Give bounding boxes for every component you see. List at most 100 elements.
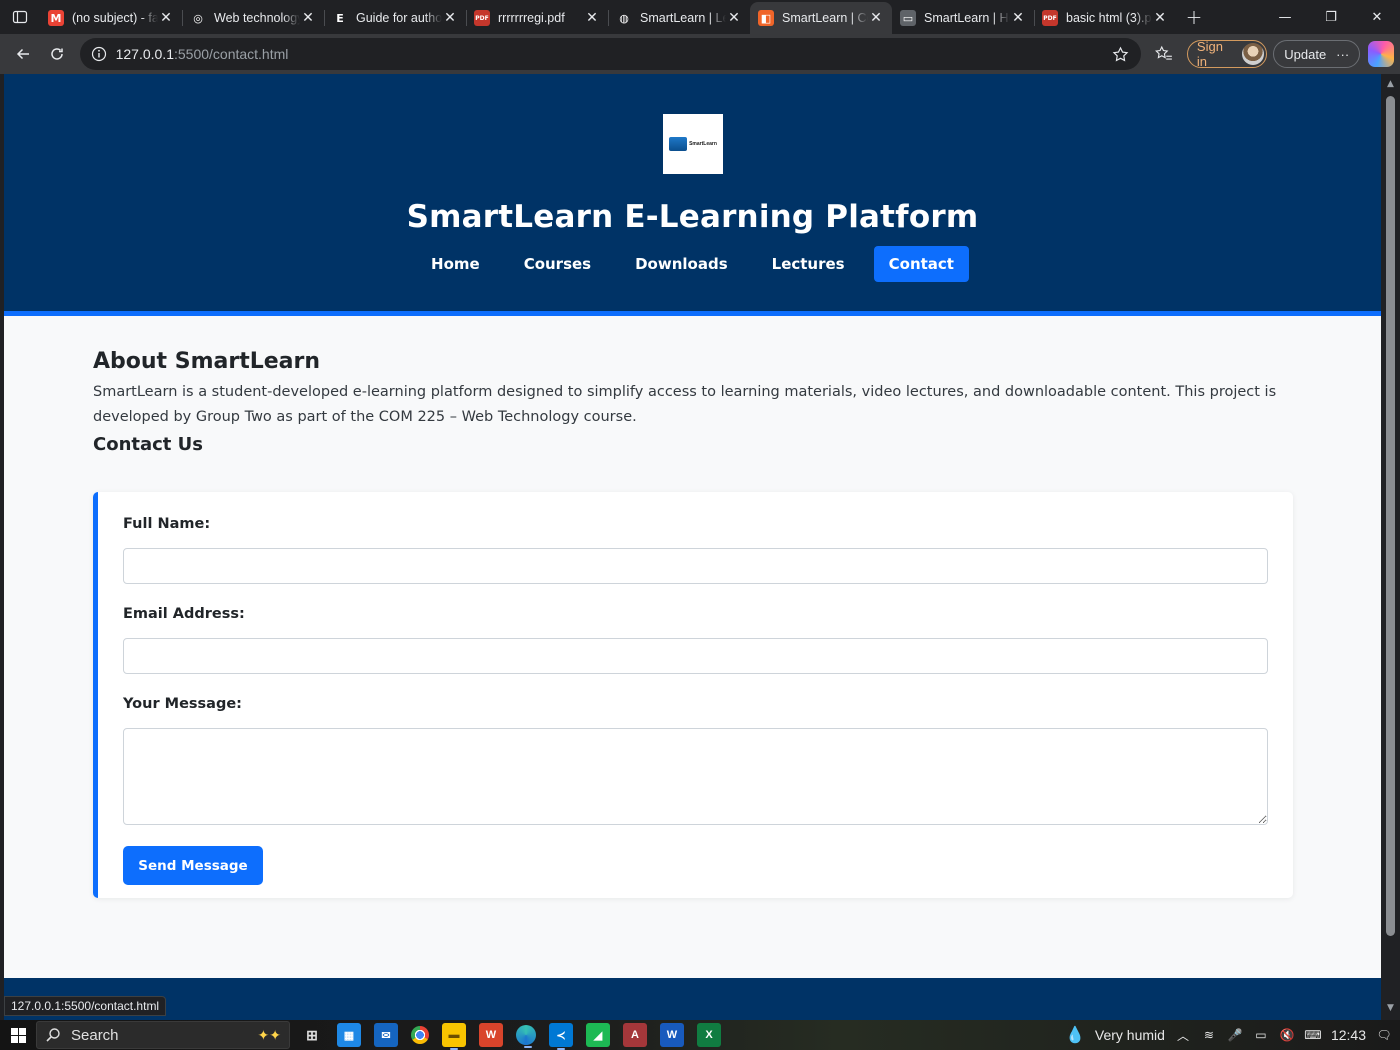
url-text[interactable]: 127.0.0.1:5500/contact.html (116, 46, 1110, 62)
browser-tab[interactable]: E Guide for autho ✕ (324, 2, 466, 34)
page-scrollbar[interactable]: ▲ ▼ (1381, 74, 1400, 1020)
clock-time[interactable]: 12:43 (1331, 1027, 1366, 1043)
nav-link-courses[interactable]: Courses (509, 246, 606, 282)
scrollbar-thumb[interactable] (1386, 96, 1395, 936)
tab-close-icon[interactable]: ✕ (868, 10, 884, 26)
tab-title: (no subject) - fa (72, 11, 158, 25)
send-message-button[interactable]: Send Message (123, 846, 263, 885)
update-label: Update (1284, 46, 1327, 62)
scroll-down-icon[interactable]: ▼ (1381, 1000, 1400, 1016)
access-icon[interactable]: A (623, 1023, 647, 1047)
page-viewport: SmartLearn SmartLearn E-Learning Platfor… (4, 74, 1381, 1020)
weather-drop-icon: 💧 (1064, 1027, 1085, 1044)
message-label: Your Message: (123, 696, 242, 712)
browser-tab[interactable]: ◧ SmartLearn | Co ✕ (750, 2, 892, 34)
browser-tab[interactable]: ▭ SmartLearn | Ho ✕ (892, 2, 1034, 34)
taskbar-search[interactable]: Search ✦✦ (36, 1021, 290, 1049)
green-app-icon[interactable]: ◢ (586, 1023, 610, 1047)
tab-close-icon[interactable]: ✕ (158, 10, 174, 26)
tab-title: rrrrrrregi.pdf (498, 11, 565, 25)
tab-favicon-icon: ◎ (190, 10, 206, 26)
wifi-icon[interactable]: ≋ (1201, 1027, 1217, 1043)
full-name-label: Full Name: (123, 516, 211, 532)
tab-title: SmartLearn | Co (782, 11, 868, 25)
copilot-icon[interactable] (1368, 41, 1395, 67)
windows-taskbar: Search ✦✦ ⊞ ▦ ✉ ▬ W ≺ ◢ A W X 💧 Very hum… (0, 1020, 1400, 1050)
nav-link-lectures[interactable]: Lectures (757, 246, 860, 282)
message-textarea[interactable] (123, 728, 1268, 825)
tab-close-icon[interactable]: ✕ (442, 10, 458, 26)
minimize-icon[interactable]: — (1262, 0, 1308, 34)
tab-title: Web technology (214, 11, 300, 25)
start-button[interactable] (0, 1020, 36, 1050)
mail-icon[interactable]: ✉ (374, 1023, 398, 1047)
tab-favicon-icon: ▭ (900, 10, 916, 26)
word-icon[interactable]: W (660, 1023, 684, 1047)
nav-link-contact[interactable]: Contact (873, 246, 969, 282)
nav-link-downloads[interactable]: Downloads (620, 246, 743, 282)
keyboard-icon[interactable]: ⌨ (1304, 1027, 1321, 1043)
tab-close-icon[interactable]: ✕ (584, 10, 600, 26)
close-window-icon[interactable]: ✕ (1354, 0, 1400, 34)
weather-text[interactable]: Very humid (1095, 1027, 1165, 1043)
task-view-icon[interactable]: ⊞ (300, 1023, 324, 1047)
search-icon (46, 1028, 60, 1042)
browser-tab-strip: M (no subject) - fa ✕ ◎ Web technology ✕ E Guid… (0, 0, 1400, 34)
tab-favicon-icon: PDF (474, 10, 490, 26)
browser-toolbar: 127.0.0.1:5500/contact.html Sign in Upda… (0, 34, 1400, 74)
battery-icon[interactable]: ▭ (1253, 1027, 1269, 1043)
scroll-up-icon[interactable]: ▲ (1381, 76, 1400, 92)
browser-tab[interactable]: PDF basic html (3).pdf✕ (1034, 2, 1176, 34)
site-header: SmartLearn SmartLearn E-Learning Platfor… (4, 74, 1381, 316)
site-footer (4, 978, 1381, 1020)
favorites-icon[interactable] (1147, 37, 1181, 71)
update-button[interactable]: Update ··· (1273, 40, 1361, 68)
office-app-icon[interactable]: W (479, 1023, 503, 1047)
logo-text: SmartLearn (689, 141, 717, 147)
browser-tab[interactable]: ◎ Web technology ✕ (182, 2, 324, 34)
excel-icon[interactable]: X (697, 1023, 721, 1047)
full-name-input[interactable] (123, 548, 1268, 584)
system-tray: 💧 Very humid ︿ ≋ 🎤 ▭ 🔇 ⌨ 12:43 🗨 (1065, 1025, 1400, 1045)
tab-title: basic html (3).pdf (1066, 11, 1152, 25)
email-label: Email Address: (123, 606, 245, 622)
restore-icon[interactable]: ❐ (1308, 0, 1354, 34)
book-monitor-icon (669, 137, 688, 151)
edge-icon[interactable] (516, 1025, 536, 1048)
nav-link-home[interactable]: Home (416, 246, 495, 282)
back-icon[interactable] (6, 37, 40, 71)
tab-close-icon[interactable]: ✕ (300, 10, 316, 26)
favorite-star-icon[interactable] (1109, 46, 1131, 63)
browser-tab[interactable]: M (no subject) - fa ✕ (40, 2, 182, 34)
link-status-bar: 127.0.0.1:5500/contact.html (4, 996, 167, 1016)
about-text: SmartLearn is a student-developed e-lear… (93, 384, 1277, 425)
sign-in-button[interactable]: Sign in (1186, 39, 1268, 69)
tab-favicon-icon: E (332, 10, 348, 26)
chevron-up-icon[interactable]: ︿ (1175, 1027, 1191, 1043)
browser-tab[interactable]: ◍ SmartLearn | Le ✕ (608, 2, 750, 34)
site-title: SmartLearn E-Learning Platform (406, 199, 979, 235)
tab-actions-icon[interactable] (0, 0, 40, 34)
search-label: Search (71, 1026, 119, 1044)
tab-close-icon[interactable]: ✕ (726, 10, 742, 26)
site-info-icon[interactable] (90, 45, 108, 63)
about-section: About SmartLearn SmartLearn is a student… (93, 349, 1293, 455)
new-tab-button[interactable]: + (1176, 1, 1212, 33)
microphone-icon[interactable]: 🎤 (1227, 1027, 1243, 1043)
chrome-icon[interactable] (411, 1026, 429, 1044)
email-input[interactable] (123, 638, 1268, 674)
notifications-icon[interactable]: 🗨 (1376, 1027, 1392, 1043)
speaker-muted-icon[interactable]: 🔇 (1279, 1027, 1295, 1043)
vscode-icon[interactable]: ≺ (549, 1023, 573, 1050)
tab-title: Guide for autho (356, 11, 442, 25)
reload-icon[interactable] (40, 37, 74, 71)
contact-heading: Contact Us (93, 434, 204, 455)
tab-close-icon[interactable]: ✕ (1152, 10, 1168, 26)
store-icon[interactable]: ▦ (337, 1023, 361, 1047)
window-controls: — ❐ ✕ (1262, 0, 1400, 34)
tab-close-icon[interactable]: ✕ (1010, 10, 1026, 26)
file-explorer-icon[interactable]: ▬ (442, 1023, 466, 1050)
browser-tab[interactable]: PDF rrrrrrregi.pdf ✕ (466, 2, 608, 34)
address-bar[interactable]: 127.0.0.1:5500/contact.html (79, 38, 1142, 70)
more-options-icon[interactable]: ··· (1336, 47, 1349, 62)
